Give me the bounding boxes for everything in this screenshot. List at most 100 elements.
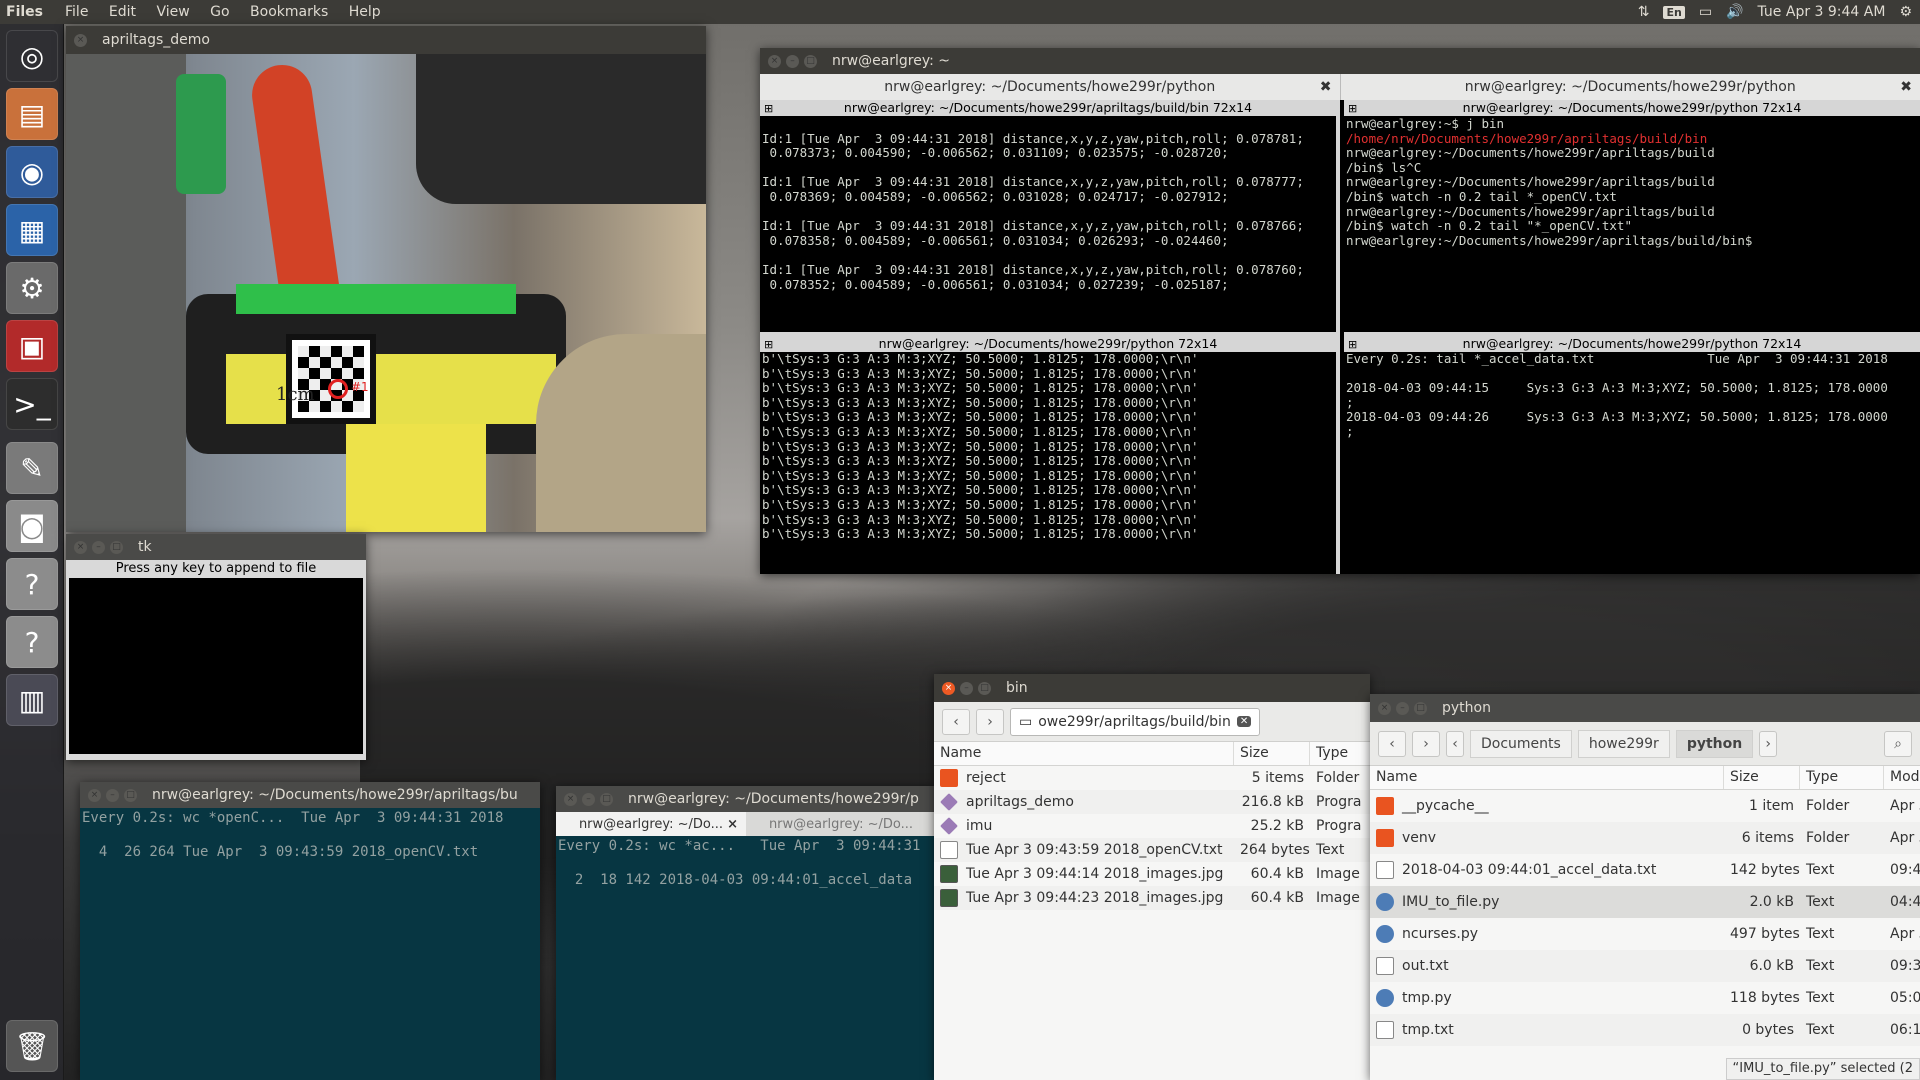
fm-titlebar[interactable]: × – □ bin [934,674,1370,702]
maximize-button[interactable]: □ [124,788,137,802]
watch-output[interactable]: Every 0.2s: wc *ac... Tue Apr 3 09:44:31… [556,836,936,891]
tk-canvas[interactable] [69,578,363,754]
firefox-icon[interactable]: ◉ [6,146,58,198]
fm-titlebar[interactable]: × – □ python [1370,694,1920,722]
close-button[interactable]: × [942,681,955,695]
col-name[interactable]: Name [934,742,1234,765]
menu-help[interactable]: Help [341,4,389,20]
col-size[interactable]: Size [1724,766,1800,789]
file-row[interactable]: 2018-04-03 09:44:01_accel_data.txt 142 by… [1370,854,1920,886]
trash-icon[interactable]: 🗑 [6,1020,58,1072]
maximize-button[interactable]: □ [978,681,991,695]
terminal-icon[interactable]: >_ [6,378,58,430]
menu-edit[interactable]: Edit [101,4,144,20]
unknown-app-icon[interactable]: ? [6,558,58,610]
file-row[interactable]: imu 25.2 kB Progra [934,814,1370,838]
main-terminal-window[interactable]: × – □ nrw@earlgrey: ~ nrw@earlgrey: ~/Do… [760,48,1920,574]
terminal-titlebar[interactable]: × – □ nrw@earlgrey: ~ [760,48,1920,74]
close-button[interactable]: × [88,788,101,802]
terminal-pane-imu-stream[interactable]: b'\tSys:3 G:3 A:3 M:3;XYZ; 50.5000; 1.81… [760,352,1336,570]
volume-icon[interactable]: 🔊 [1726,4,1743,20]
terminal-tab[interactable]: nrw@earlgrey: ~/Do... [746,812,936,836]
terminal-tab[interactable]: nrw@earlgrey: ~/Do... × [556,812,746,836]
menu-file[interactable]: File [57,4,96,20]
file-row[interactable]: apriltags_demo 216.8 kB Progra [934,790,1370,814]
close-button[interactable]: × [1378,701,1391,715]
col-modified[interactable]: Mod [1884,766,1920,789]
pane-menu-icon[interactable]: ⊞ [1348,101,1357,117]
menu-go[interactable]: Go [202,4,237,20]
back-button[interactable]: ‹ [1378,730,1406,757]
tk-titlebar[interactable]: × – □ tk [66,534,366,560]
clear-path-icon[interactable]: ✕ [1236,716,1252,727]
file-row[interactable]: ncurses.py 497 bytes Text Apr 3 [1370,918,1920,950]
forward-button[interactable]: › [976,708,1004,735]
file-manager-bin[interactable]: × – □ bin ‹ › ▭ owe299r/apriltags/build/… [934,674,1370,1080]
minimize-button[interactable]: – [92,540,105,554]
maximize-button[interactable]: □ [804,54,817,68]
terminal-titlebar[interactable]: × – □ nrw@earlgrey: ~/Documents/howe299r… [556,786,936,812]
terminal-tab[interactable]: nrw@earlgrey: ~/Documents/howe299r/pytho… [1339,74,1920,100]
crumb-documents[interactable]: Documents [1470,729,1572,758]
close-tab-icon[interactable]: ✖ [1900,74,1912,100]
terminal-pane-accel-watch[interactable]: Every 0.2s: tail *_accel_data.txt Tue Ap… [1344,352,1920,570]
tk-window[interactable]: × – □ tk Press any key to append to file [66,534,366,760]
terminal-pane-opencv[interactable]: Id:1 [Tue Apr 3 09:44:31 2018] distance,… [760,116,1336,336]
file-row[interactable]: Tue Apr 3 09:44:23 2018_images.jpg 60.4 k… [934,886,1370,910]
network-icon[interactable]: ⇅ [1638,4,1650,20]
menu-view[interactable]: View [148,4,197,20]
maximize-button[interactable]: □ [1414,701,1427,715]
crumb-howe299r[interactable]: howe299r [1577,729,1670,758]
col-name[interactable]: Name [1370,766,1724,789]
battery-icon[interactable]: ▭ [1699,4,1712,20]
minimize-button[interactable]: – [786,54,799,68]
close-button[interactable]: × [564,792,577,806]
close-button[interactable]: × [768,54,781,68]
file-row[interactable]: tmp.py 118 bytes Text 05:0 [1370,982,1920,1014]
close-tab-icon[interactable]: ✖ [1320,74,1332,100]
file-manager-icon[interactable]: ▤ [6,88,58,140]
pane-menu-icon[interactable]: ⊞ [764,101,773,117]
text-editor-icon[interactable]: ✎ [6,442,58,494]
watch-terminal-opencv[interactable]: × – □ nrw@earlgrey: ~/Documents/howe299r… [80,782,540,1080]
close-tab-icon[interactable]: × [727,812,738,838]
ubuntu-logo-icon[interactable]: ◎ [6,30,58,82]
terminal-pane-shell[interactable]: nrw@earlgrey:~$ j bin/home/nrw/Documents… [1344,116,1920,336]
pane-menu-icon[interactable]: ⊞ [764,337,773,353]
file-row[interactable]: out.txt 6.0 kB Text 09:3 [1370,950,1920,982]
file-row[interactable]: __pycache__ 1 item Folder Apr 3 [1370,790,1920,822]
keyboard-layout-indicator[interactable]: En [1663,5,1685,19]
minimize-button[interactable]: – [1396,701,1409,715]
remote-icon[interactable]: ▣ [6,320,58,372]
screenshot-icon[interactable]: ◙ [6,500,58,552]
file-row[interactable]: Tue Apr 3 09:43:59 2018_openCV.txt 264 by… [934,838,1370,862]
file-row[interactable]: reject 5 items Folder [934,766,1370,790]
back-button[interactable]: ‹ [942,708,970,735]
col-type[interactable]: Type [1310,742,1370,765]
watch-output[interactable]: Every 0.2s: wc *openC... Tue Apr 3 09:44… [80,808,540,863]
maximize-button[interactable]: □ [600,792,613,806]
apriltags-titlebar[interactable]: × apriltags_demo [66,26,706,54]
terminal-tab[interactable]: nrw@earlgrey: ~/Documents/howe299r/pytho… [760,74,1340,100]
minimize-button[interactable]: – [106,788,119,802]
menu-bookmarks[interactable]: Bookmarks [242,4,336,20]
workspace-switcher-icon[interactable]: ▥ [6,674,58,726]
crumb-python[interactable]: python [1675,729,1754,758]
search-icon[interactable]: ⌕ [1884,730,1912,757]
path-bar[interactable]: ▭ owe299r/apriltags/build/bin ✕ [1010,707,1261,736]
col-size[interactable]: Size [1234,742,1310,765]
file-row[interactable]: tmp.txt 0 bytes Text 06:1 [1370,1014,1920,1046]
unknown-app-icon[interactable]: ? [6,616,58,668]
apriltags-window[interactable]: × apriltags_demo #1 1cm [66,26,706,532]
file-row[interactable]: IMU_to_file.py 2.0 kB Text 04:4 [1370,886,1920,918]
file-manager-python[interactable]: × – □ python ‹ › ‹ Documents howe299r py… [1370,694,1920,1080]
crumb-right-button[interactable]: › [1759,730,1778,757]
minimize-button[interactable]: – [582,792,595,806]
col-type[interactable]: Type [1800,766,1884,789]
maximize-button[interactable]: □ [110,540,123,554]
minimize-button[interactable]: – [960,681,973,695]
writer-icon[interactable]: ▦ [6,204,58,256]
file-row[interactable]: Tue Apr 3 09:44:14 2018_images.jpg 60.4 k… [934,862,1370,886]
close-button[interactable]: × [74,540,87,554]
terminal-titlebar[interactable]: × – □ nrw@earlgrey: ~/Documents/howe299r… [80,782,540,808]
